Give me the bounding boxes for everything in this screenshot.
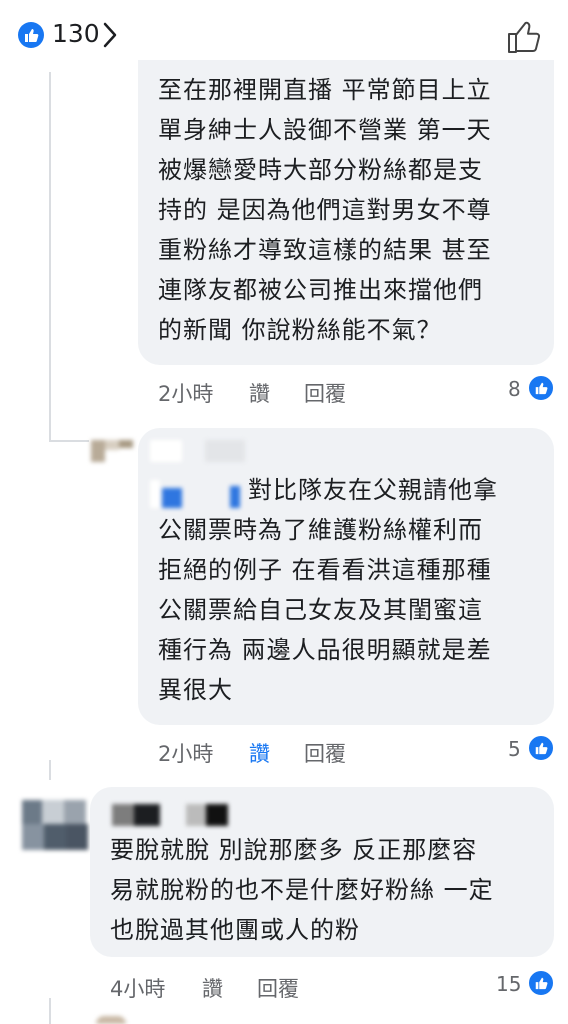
chevron-right-icon[interactable] [100, 20, 120, 50]
thumbs-up-outline-icon[interactable] [506, 20, 542, 54]
like-icon [527, 374, 555, 402]
comment-line: 持的 是因為他們這對男女不尊 [158, 196, 492, 224]
reaction-count[interactable]: 5 [508, 737, 521, 761]
avatar[interactable] [96, 1016, 126, 1024]
reply-button[interactable]: 回覆 [257, 973, 299, 1003]
comment-line: 拒絕的例子 在看看洪這種那種 [158, 556, 492, 584]
like-button[interactable]: 讚 [249, 738, 270, 768]
like-icon [527, 734, 555, 762]
reaction-count[interactable]: 15 [496, 972, 521, 996]
comment-line: 也脫過其他團或人的粉 [110, 916, 360, 944]
reply-button[interactable]: 回覆 [304, 738, 346, 768]
reaction-count[interactable]: 8 [508, 377, 521, 401]
comment-line: 易就脫粉的也不是什麼好粉絲 一定 [110, 876, 494, 904]
commenter-name[interactable] [112, 804, 242, 828]
comment-line: 單身紳士人設御不營業 第一天 [158, 116, 492, 144]
comment-line: 連隊友都被公司推出來擋他們 [158, 276, 483, 304]
comment-text: 對比隊友在父親請他拿 公關票時為了維護粉絲權利而 拒絕的例子 在看看洪這種那種 … [158, 470, 498, 710]
comment-line: 異很大 [158, 676, 233, 704]
comment-line: 對比隊友在父親請他拿 [248, 476, 498, 504]
thread-connector [49, 440, 89, 442]
avatar[interactable] [22, 800, 92, 852]
commenter-name[interactable] [150, 440, 260, 462]
thread-line [49, 760, 51, 780]
thread-line [49, 72, 51, 442]
reaction-count[interactable]: 130 [52, 19, 100, 48]
avatar[interactable] [91, 440, 133, 462]
comment-text: 至在那裡開直播 平常節目上立 單身紳士人設御不營業 第一天 被爆戀愛時大部分粉絲… [158, 70, 492, 350]
comment-text: 要脫就脫 別說那麼多 反正那麼容 易就脫粉的也不是什麼好粉絲 一定 也脫過其他團… [110, 830, 494, 950]
like-icon [18, 22, 44, 48]
comment-line: 的新聞 你說粉絲能不氣？ [158, 316, 442, 344]
comment-line: 要脫就脫 別說那麼多 反正那麼容 [110, 836, 478, 864]
comment-time: 2小時 [158, 742, 214, 766]
like-button[interactable]: 讚 [249, 378, 270, 408]
reply-button[interactable]: 回覆 [304, 378, 346, 408]
comment-time: 2小時 [158, 382, 214, 406]
comment-line: 種行為 兩邊人品很明顯就是差 [158, 636, 492, 664]
comment-line: 公關票給自己女友及其閨蜜這 [158, 596, 483, 624]
comment-line: 至在那裡開直播 平常節目上立 [158, 76, 492, 104]
comment-time: 4小時 [110, 977, 166, 1001]
thread-line [49, 998, 51, 1024]
like-icon [527, 969, 555, 997]
like-button[interactable]: 讚 [202, 973, 223, 1003]
comment-line: 被爆戀愛時大部分粉絲都是支 [158, 156, 483, 184]
comment-line: 重粉絲才導致這樣的結果 甚至 [158, 236, 492, 264]
comment-line: 公關票時為了維護粉絲權利而 [158, 516, 483, 544]
